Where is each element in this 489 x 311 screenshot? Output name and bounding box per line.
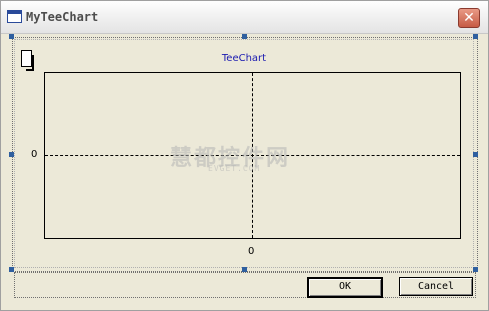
close-button[interactable]: ✕	[458, 8, 480, 28]
title-bar[interactable]: MyTeeChart ✕	[1, 1, 488, 34]
window-icon	[7, 10, 22, 23]
resize-handle-left[interactable]	[9, 152, 14, 157]
chart-title: TeeChart	[221, 53, 267, 64]
x-axis-tick-label: 0	[248, 246, 255, 257]
ok-button[interactable]: OK	[307, 277, 383, 298]
resize-handle-right[interactable]	[473, 152, 478, 157]
resize-handle-top[interactable]	[242, 34, 247, 39]
watermark-subtext: EVGET.COM	[208, 164, 261, 173]
resize-handle-top-left[interactable]	[9, 34, 14, 39]
window-title: MyTeeChart	[26, 10, 99, 24]
y-axis-tick-label: 0	[31, 149, 38, 160]
cancel-button[interactable]: Cancel	[399, 277, 473, 296]
resize-handle-top-right[interactable]	[473, 34, 478, 39]
chart-editor-icon[interactable]	[21, 50, 34, 71]
